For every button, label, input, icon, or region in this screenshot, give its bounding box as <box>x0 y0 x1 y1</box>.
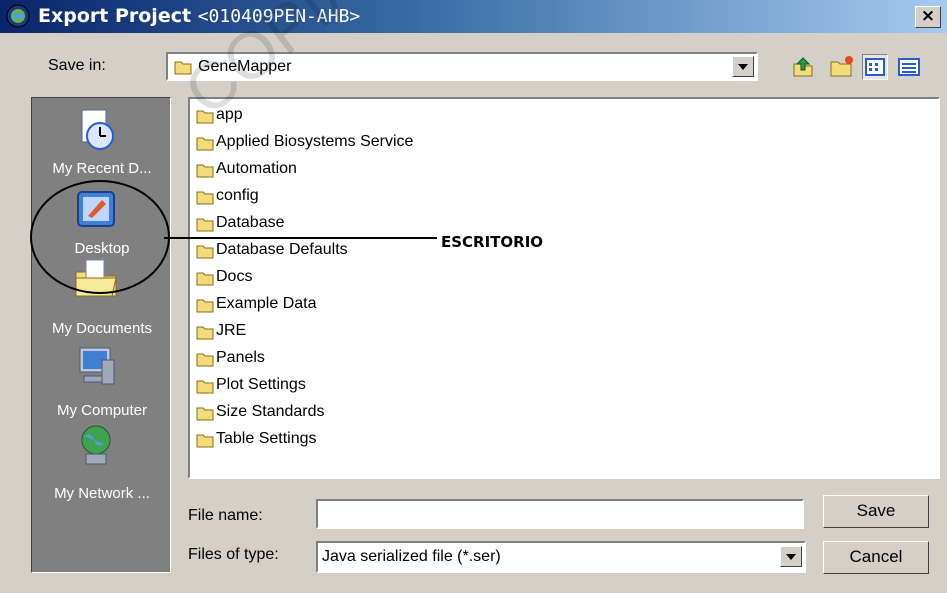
save-in-dropdown-arrow[interactable] <box>732 56 754 77</box>
desktop-icon <box>77 191 115 227</box>
file-name: Database <box>216 214 285 231</box>
file-name: Panels <box>216 349 265 366</box>
app-globe-icon <box>6 4 30 28</box>
file-name: Automation <box>216 160 297 177</box>
files-of-type-dropdown[interactable]: Java serialized file (*.ser) <box>316 541 806 573</box>
recent-documents-icon <box>81 109 114 150</box>
file-name: JRE <box>216 322 247 339</box>
folder-icon <box>196 191 214 205</box>
places-bar: My Recent D... Desktop My Documents My C… <box>31 97 171 573</box>
folder-icon <box>196 380 214 394</box>
folder-icon <box>196 353 214 367</box>
file-name-input[interactable] <box>316 499 804 529</box>
place-my-documents-label: My Documents <box>51 320 153 337</box>
place-recent-label: My Recent D... <box>52 160 152 177</box>
file-name: config <box>216 187 259 204</box>
folder-icon <box>196 434 214 448</box>
files-of-type-value: Java serialized file (*.ser) <box>322 548 501 565</box>
folder-icon <box>196 326 214 340</box>
title-bar[interactable]: Export Project <010409PEN-AHB> × <box>0 0 947 33</box>
file-name: Docs <box>216 268 253 285</box>
file-list[interactable]: app Applied Biosystems Service Automatio… <box>188 97 940 479</box>
file-name: Example Data <box>216 295 317 312</box>
window-title-text: Export Project <box>38 5 192 27</box>
folder-icon <box>196 137 214 151</box>
cancel-button[interactable]: Cancel <box>823 541 929 574</box>
close-button[interactable]: × <box>915 6 941 28</box>
files-of-type-dropdown-arrow[interactable] <box>780 546 802 567</box>
up-one-level-icon[interactable] <box>790 54 816 80</box>
file-name: Applied Biosystems Service <box>216 133 414 150</box>
create-new-folder-icon[interactable] <box>829 54 855 80</box>
folder-icon <box>196 164 214 178</box>
details-view-icon[interactable] <box>896 54 922 80</box>
list-view-glyph <box>865 58 885 76</box>
file-name: Database Defaults <box>216 241 348 258</box>
folder-icon <box>196 272 214 286</box>
list-view-icon[interactable] <box>862 54 888 80</box>
folder-icon <box>196 299 214 313</box>
files-of-type-label: Files of type: <box>188 546 279 563</box>
file-name: Plot Settings <box>216 376 306 393</box>
my-network-icon <box>81 425 111 465</box>
folder-icon <box>196 218 214 232</box>
file-name: Size Standards <box>216 403 325 420</box>
save-in-label: Save in: <box>48 57 106 74</box>
place-my-network-label: My Network ... <box>54 485 150 502</box>
file-name: Table Settings <box>216 430 317 447</box>
folder-icon <box>196 407 214 421</box>
file-name-label: File name: <box>188 507 263 524</box>
folder-icon <box>196 245 214 259</box>
my-documents-icon <box>75 259 117 297</box>
my-computer-icon <box>79 347 115 385</box>
place-my-computer-label: My Computer <box>56 402 148 419</box>
export-project-dialog: Export Project <010409PEN-AHB> × Save in… <box>0 0 947 593</box>
save-button[interactable]: Save <box>823 495 929 528</box>
annotation-label: ESCRITORIO <box>441 233 544 251</box>
